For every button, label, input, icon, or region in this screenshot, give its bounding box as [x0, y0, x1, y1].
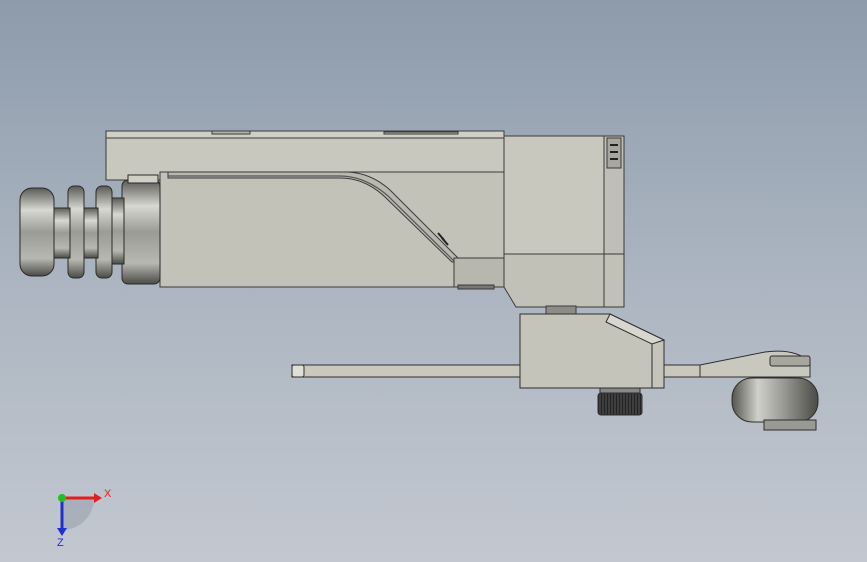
roller-wheel[interactable]: [731, 377, 819, 423]
x-arrow-icon: [94, 493, 102, 503]
pivot-block: [519, 313, 665, 389]
roller-axle: [763, 419, 817, 431]
head-lower: [503, 253, 625, 308]
lever-arm-left: [291, 364, 523, 378]
y-axis-dot: [58, 494, 66, 502]
lower-screw: [457, 284, 495, 290]
connector-nut: [121, 179, 161, 285]
z-arrow-icon: [57, 528, 67, 536]
z-axis-label: Z: [57, 537, 64, 549]
connector-cap: [19, 187, 55, 277]
top-screw-slot: [211, 130, 251, 135]
shaft: [545, 305, 577, 315]
lower-block: [453, 257, 505, 288]
switch-body[interactable]: [105, 130, 625, 315]
x-axis-label: X: [104, 488, 112, 500]
top-groove: [383, 131, 459, 135]
triad-plane: [62, 498, 94, 530]
lower-housing: [159, 171, 505, 288]
adjust-screw[interactable]: [597, 392, 643, 416]
orientation-triad: X Z: [57, 488, 112, 549]
cable-connector[interactable]: [19, 174, 161, 285]
model-canvas[interactable]: X Z: [0, 0, 867, 562]
lever-assembly[interactable]: [291, 313, 819, 431]
roller-nut: [769, 355, 811, 367]
cad-viewport[interactable]: X Z: [0, 0, 867, 562]
